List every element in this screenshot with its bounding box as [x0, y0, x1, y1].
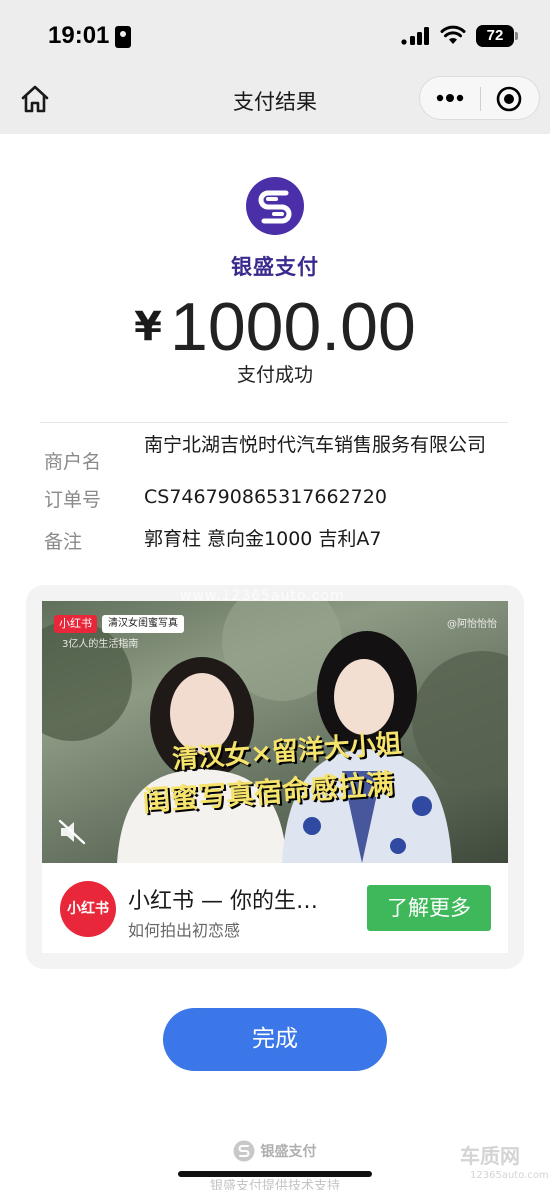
ad-subtitle: 如何拍出初恋感 [128, 921, 241, 940]
payment-amount: 1000.00 [170, 289, 416, 365]
yinsheng-pay-logo-icon [246, 177, 304, 235]
footer-brand: 银盛支付 [260, 1144, 317, 1160]
capsule-divider [480, 87, 481, 111]
ad-badge: 小红书 [54, 615, 97, 633]
brand-name: 银盛支付 [231, 255, 319, 279]
learn-more-button[interactable]: 了解更多 [367, 885, 491, 931]
payment-status: 支付成功 [236, 364, 313, 386]
footer-logo-icon [233, 1140, 255, 1162]
status-time: 19:01 [48, 22, 110, 49]
home-indicator [178, 1171, 372, 1177]
footer-tech-support: 银盛支付提供技术支持 [209, 1179, 340, 1190]
status-bar: 19:01 72 [0, 0, 550, 70]
mute-icon[interactable] [58, 819, 86, 845]
currency-symbol: ¥ [134, 304, 163, 350]
ad-title[interactable]: 小红书 — 你的生… [128, 883, 318, 915]
more-icon[interactable] [434, 87, 466, 109]
divider [40, 422, 508, 423]
nav-bar: 支付结果 [0, 70, 550, 134]
site-watermark: 车质网 [460, 1144, 520, 1168]
done-button[interactable]: 完成 [163, 1008, 387, 1071]
ad-author: @阿怡怡怡 [447, 619, 497, 630]
ad-image[interactable]: 小红书 清汉女闺蜜写真 3亿人的生活指南 @阿怡怡怡 清汉女×留洋大小姐 闺蜜写… [42, 601, 508, 863]
wifi-icon [440, 25, 466, 44]
xiaohongshu-app-icon[interactable]: 小红书 [60, 881, 116, 937]
ad-badge-tag: 清汉女闺蜜写真 [102, 615, 184, 633]
order-value: CS746790865317662720 [144, 486, 387, 508]
ad-footer[interactable]: 小红书 小红书 — 你的生… 如何拍出初恋感 了解更多 [42, 863, 508, 953]
contact-card-icon [115, 26, 131, 48]
battery-indicator: 72 [476, 25, 518, 47]
order-row: 订单号 CS746790865317662720 [44, 485, 514, 515]
ad-card[interactable]: 小红书 清汉女闺蜜写真 3亿人的生活指南 @阿怡怡怡 清汉女×留洋大小姐 闺蜜写… [26, 585, 524, 969]
amount-row: ¥1000.00 [0, 288, 550, 366]
site-watermark-url: 12365auto.com [470, 1170, 549, 1181]
remark-row: 备注 郭育柱 意向金1000 吉利A7 [44, 527, 514, 557]
remark-value: 郭育柱 意向金1000 吉利A7 [144, 528, 382, 550]
mini-program-capsule [419, 76, 540, 120]
merchant-row: 商户名 南宁北湖吉悦时代汽车销售服务有限公司 [44, 430, 514, 490]
close-mini-program-icon[interactable] [496, 86, 522, 112]
ad-inner[interactable]: 小红书 清汉女闺蜜写真 3亿人的生活指南 @阿怡怡怡 清汉女×留洋大小姐 闺蜜写… [42, 601, 508, 953]
ad-watermark: www.12365auto.com [180, 588, 345, 604]
ad-tagline: 3亿人的生活指南 [62, 639, 139, 650]
order-label: 订单号 [44, 489, 102, 511]
remark-label: 备注 [44, 531, 83, 553]
cellular-signal-icon [401, 27, 429, 45]
merchant-label: 商户名 [44, 451, 102, 473]
merchant-value: 南宁北湖吉悦时代汽车销售服务有限公司 [144, 434, 487, 456]
